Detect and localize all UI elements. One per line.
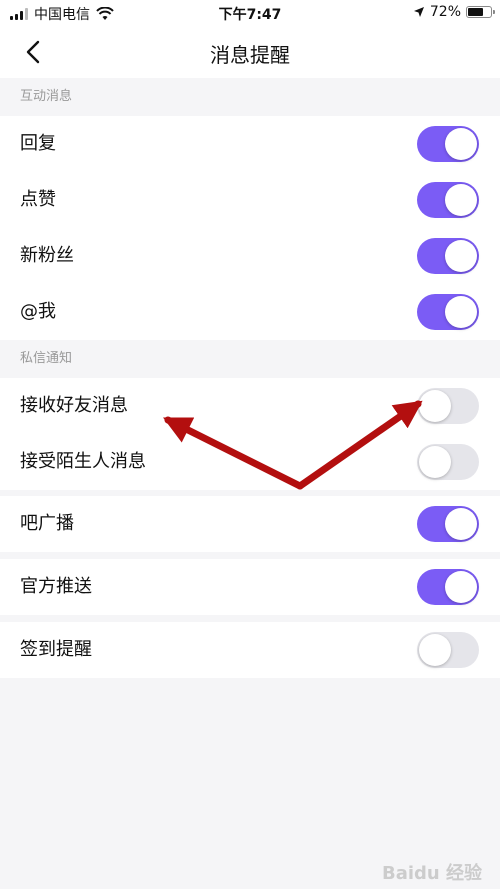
reply-toggle[interactable]	[417, 126, 479, 162]
setting-row-new-fans: 新粉丝	[0, 228, 500, 284]
setting-label: 点赞	[20, 189, 56, 210]
setting-label: 接受陌生人消息	[20, 451, 146, 472]
setting-label: 吧广播	[20, 513, 74, 534]
setting-label: 新粉丝	[20, 245, 74, 266]
setting-row-checkin-reminder: 签到提醒	[0, 622, 500, 678]
checkin-reminder-toggle[interactable]	[417, 632, 479, 668]
setting-row-bar-broadcast: 吧广播	[0, 496, 500, 552]
setting-label: 官方推送	[20, 576, 92, 597]
section-header-private-messages: 私信通知	[0, 340, 500, 378]
nav-bar: 消息提醒	[0, 26, 500, 78]
stranger-messages-toggle[interactable]	[417, 444, 479, 480]
setting-label: 回复	[20, 133, 56, 154]
battery-icon	[466, 6, 495, 18]
likes-toggle[interactable]	[417, 182, 479, 218]
setting-row-stranger-messages: 接受陌生人消息	[0, 434, 500, 490]
section-header-interaction: 互动消息	[0, 78, 500, 116]
setting-row-official-push: 官方推送	[0, 559, 500, 615]
setting-row-reply: 回复	[0, 116, 500, 172]
location-arrow-icon	[413, 7, 424, 17]
battery-percent: 72%	[429, 4, 461, 20]
friend-messages-toggle[interactable]	[417, 388, 479, 424]
setting-label: @我	[20, 301, 56, 322]
status-bar: 中国电信 下午7:47 72%	[0, 0, 500, 26]
page-title: 消息提醒	[210, 43, 290, 67]
setting-row-likes: 点赞	[0, 172, 500, 228]
setting-label: 签到提醒	[20, 639, 92, 660]
new-fans-toggle[interactable]	[417, 238, 479, 274]
setting-row-mentions: @我	[0, 284, 500, 340]
setting-row-friend-messages: 接收好友消息	[0, 378, 500, 434]
baidu-watermark: Baidu 经验	[381, 863, 482, 884]
official-push-toggle[interactable]	[417, 569, 479, 605]
bar-broadcast-toggle[interactable]	[417, 506, 479, 542]
mentions-toggle[interactable]	[417, 294, 479, 330]
setting-label: 接收好友消息	[20, 395, 128, 416]
